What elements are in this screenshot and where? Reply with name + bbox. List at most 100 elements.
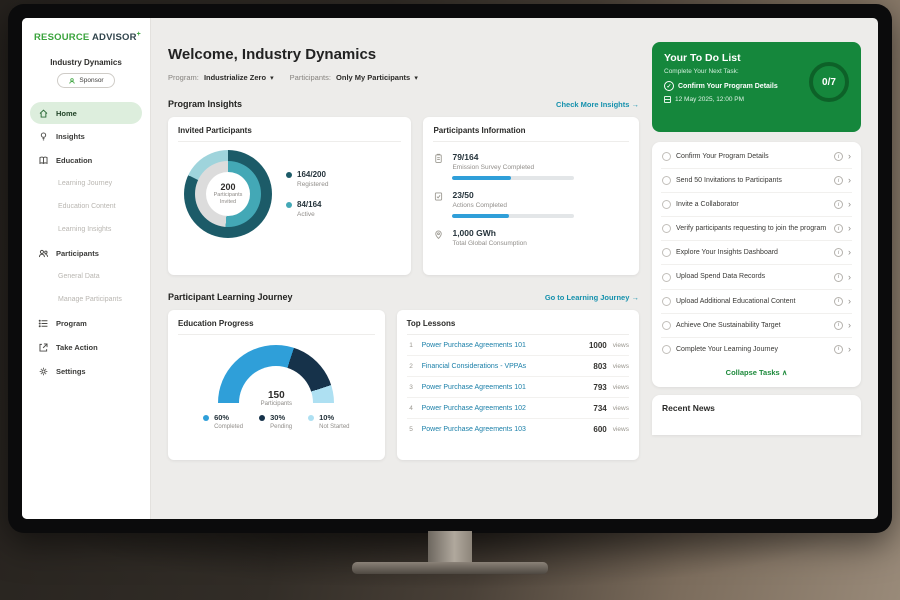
task-item[interactable]: Send 50 Invitations to Participants i › <box>661 169 852 193</box>
stat-emission-survey: 79/164 Emission Survey Completed <box>433 152 629 180</box>
main-content: Welcome, Industry Dynamics Program: Indu… <box>151 18 652 519</box>
task-item[interactable]: Confirm Your Program Details i › <box>661 145 852 169</box>
sidebar-item-education[interactable]: Education <box>22 148 150 172</box>
sidebar-item-label: Education <box>56 156 92 165</box>
participants-select[interactable]: Only My Participants <box>336 73 410 82</box>
chevron-right-icon[interactable]: › <box>848 152 851 161</box>
chevron-right-icon[interactable]: › <box>848 297 851 306</box>
program-select-label: Program: <box>168 73 199 82</box>
chevron-right-icon[interactable]: › <box>848 200 851 209</box>
progress-bar <box>452 176 574 180</box>
chevron-right-icon[interactable]: › <box>848 345 851 354</box>
sidebar-item-participants[interactable]: Participants <box>22 241 150 265</box>
sidebar-item-settings[interactable]: Settings <box>22 359 150 383</box>
sidebar-item-take-action[interactable]: Take Action <box>22 335 150 359</box>
sidebar-item-learning-insights[interactable]: Learning Insights <box>22 218 150 241</box>
task-item[interactable]: Upload Additional Educational Content i … <box>661 290 852 314</box>
go-to-learning-journey-link[interactable]: Go to Learning Journey → <box>545 293 639 302</box>
lesson-views-suffix: views <box>613 405 629 412</box>
info-icon[interactable]: i <box>834 297 843 306</box>
chevron-down-icon[interactable]: ▾ <box>270 75 274 82</box>
lesson-link[interactable]: Power Purchase Agreements 101 <box>422 384 588 391</box>
sidebar: RESOURCE ADVISOR+ Industry Dynamics Spon… <box>22 18 151 519</box>
stat-label: Actions Completed <box>452 202 574 209</box>
chevron-right-icon[interactable]: › <box>848 248 851 257</box>
lesson-row: 3 Power Purchase Agreements 101 793 view… <box>407 377 629 398</box>
lesson-rank: 5 <box>407 426 416 433</box>
info-icon[interactable]: i <box>834 176 843 185</box>
info-icon[interactable]: i <box>834 345 843 354</box>
monitor-stand-neck <box>428 531 472 565</box>
chevron-right-icon[interactable]: › <box>848 321 851 330</box>
task-item[interactable]: Invite a Collaborator i › <box>661 193 852 217</box>
lesson-link[interactable]: Financial Considerations - VPPAs <box>422 363 588 370</box>
lesson-row: 2 Financial Considerations - VPPAs 803 v… <box>407 356 629 377</box>
task-item[interactable]: Verify participants requesting to join t… <box>661 217 852 241</box>
lesson-rank: 4 <box>407 405 416 412</box>
info-icon[interactable]: i <box>834 321 843 330</box>
sponsor-badge[interactable]: Sponsor <box>57 73 115 88</box>
chevron-right-icon[interactable]: › <box>848 176 851 185</box>
lesson-rank: 3 <box>407 384 416 391</box>
task-item[interactable]: Achieve One Sustainability Target i › <box>661 314 852 338</box>
lesson-link[interactable]: Power Purchase Agreements 102 <box>422 405 588 412</box>
legend-registered: 164/200 Registered <box>286 170 328 188</box>
task-checkbox[interactable] <box>662 248 671 257</box>
sidebar-item-learning-journey[interactable]: Learning Journey <box>22 172 150 195</box>
info-icon[interactable]: i <box>834 200 843 209</box>
lesson-link[interactable]: Power Purchase Agreements 103 <box>422 426 588 433</box>
legend-dot <box>308 415 314 421</box>
brand-secondary: ADVISOR <box>92 32 137 43</box>
info-icon[interactable]: i <box>834 224 843 233</box>
sidebar-item-program[interactable]: Program <box>22 311 150 335</box>
legend-dot <box>286 172 292 178</box>
gauge-legend: 60% Completed 30% Pending 10% Not Starte… <box>178 413 375 430</box>
sidebar-item-label: Learning Journey <box>58 180 112 187</box>
people-icon <box>38 248 49 259</box>
info-icon[interactable]: i <box>834 248 843 257</box>
info-icon[interactable]: i <box>834 273 843 282</box>
task-item[interactable]: Complete Your Learning Journey i › <box>661 338 852 361</box>
sidebar-item-education-content[interactable]: Education Content <box>22 195 150 218</box>
task-item[interactable]: Explore Your Insights Dashboard i › <box>661 241 852 265</box>
collapse-tasks-button[interactable]: Collapse Tasks ∧ <box>661 361 852 384</box>
stat-value: 23/50 <box>452 190 574 200</box>
task-checkbox[interactable] <box>662 176 671 185</box>
stat-bar-fill <box>452 176 511 180</box>
task-checkbox[interactable] <box>662 152 671 161</box>
task-checkbox[interactable] <box>662 297 671 306</box>
sidebar-item-manage-participants[interactable]: Manage Participants <box>22 288 150 311</box>
task-checkbox[interactable] <box>662 345 671 354</box>
sidebar-item-insights[interactable]: Insights <box>22 124 150 148</box>
progress-bar <box>452 214 574 218</box>
invited-donut-chart: 200 Participants Invited <box>184 150 272 238</box>
education-gauge-chart: 150 Participants <box>218 345 334 403</box>
task-item[interactable]: Upload Spend Data Records i › <box>661 265 852 289</box>
task-checkbox[interactable] <box>662 273 671 282</box>
check-more-insights-link[interactable]: Check More Insights → <box>556 100 639 109</box>
gear-icon <box>38 366 49 377</box>
sidebar-item-home[interactable]: Home <box>30 102 142 124</box>
sidebar-item-general-data[interactable]: General Data <box>22 265 150 288</box>
info-icon[interactable]: i <box>834 152 843 161</box>
arrow-right-icon: → <box>632 293 640 302</box>
legend-label: Registered <box>297 181 328 188</box>
monitor-bezel: RESOURCE ADVISOR+ Industry Dynamics Spon… <box>8 4 892 533</box>
stat-value: 1,000 GWh <box>452 228 526 238</box>
task-label: Upload Additional Educational Content <box>676 297 829 306</box>
legend-dot <box>259 415 265 421</box>
learning-cards-row: Education Progress 150 Participants 60% … <box>168 310 639 460</box>
insights-cards-row: Invited Participants 200 Participants In… <box>168 117 639 275</box>
chevron-right-icon[interactable]: › <box>848 224 851 233</box>
lesson-link[interactable]: Power Purchase Agreements 101 <box>422 342 583 349</box>
task-checkbox[interactable] <box>662 321 671 330</box>
chevron-down-icon[interactable]: ▾ <box>414 75 418 82</box>
lesson-rank: 2 <box>407 363 416 370</box>
chevron-right-icon[interactable]: › <box>848 273 851 282</box>
task-checkbox[interactable] <box>662 224 671 233</box>
program-select[interactable]: Industrialize Zero <box>204 73 266 82</box>
task-label: Explore Your Insights Dashboard <box>676 248 829 257</box>
task-checkbox[interactable] <box>662 200 671 209</box>
lesson-views-suffix: views <box>613 384 629 391</box>
lesson-rank: 1 <box>407 342 416 349</box>
